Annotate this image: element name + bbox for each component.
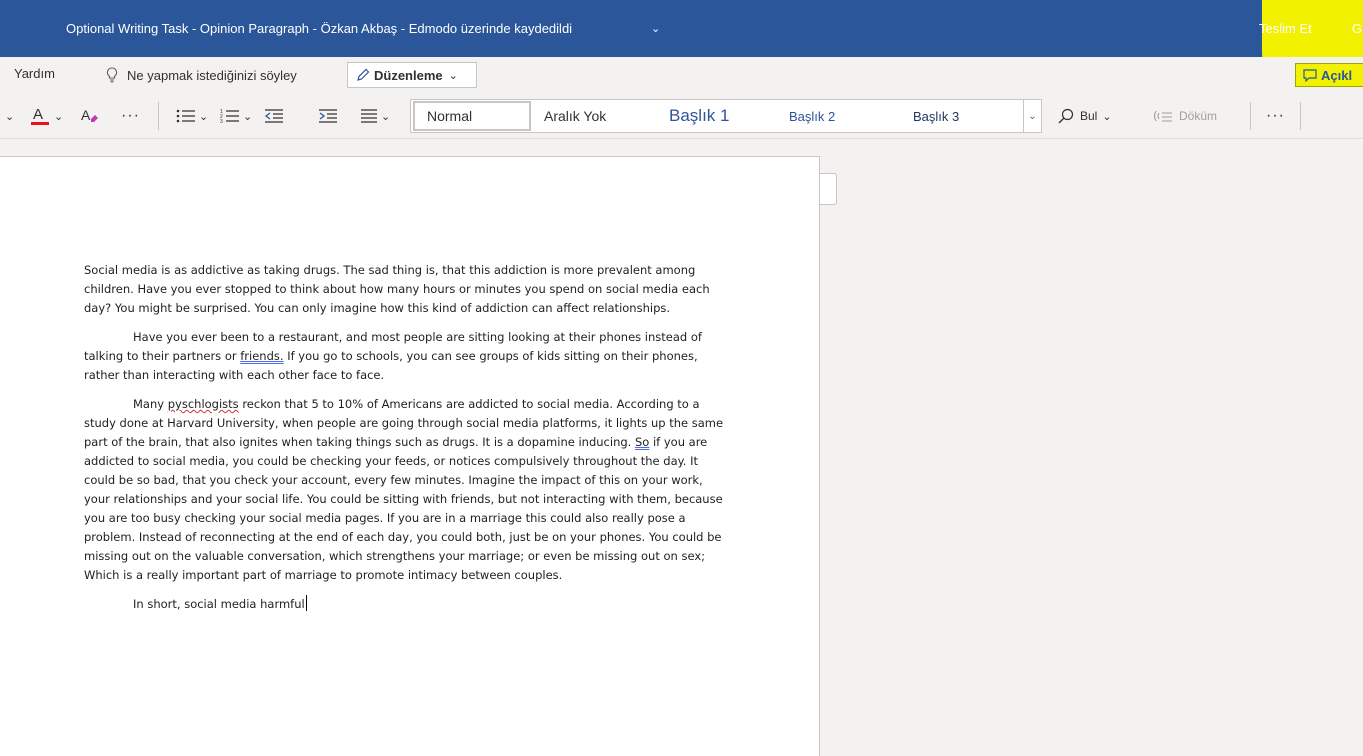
style-heading-3[interactable]: Başlık 3 bbox=[913, 100, 959, 132]
paragraph-4-text: In short, social media harmful bbox=[133, 597, 305, 611]
clear-formatting-icon[interactable]: A bbox=[80, 93, 100, 139]
tell-me-search[interactable]: Ne yapmak istediğinizi söyley bbox=[106, 65, 297, 85]
document-canvas: Social media is as addictive as taking d… bbox=[0, 140, 1363, 756]
bullet-list-icon bbox=[176, 109, 195, 123]
bullets-button[interactable]: ⌄ bbox=[176, 93, 208, 139]
chevron-down-icon[interactable]: ⌄ bbox=[5, 93, 14, 139]
grammar-flagged-word[interactable]: So bbox=[635, 435, 649, 449]
styles-gallery: Normal Aralık Yok Başlık 1 Başlık 2 Başl… bbox=[410, 99, 1042, 133]
paragraph-3[interactable]: Many pyschlogists reckon that 5 to 10% o… bbox=[84, 395, 724, 585]
svg-text:A: A bbox=[33, 106, 43, 123]
grammar-flagged-word[interactable]: friends. bbox=[240, 349, 283, 363]
style-normal[interactable]: Normal bbox=[413, 101, 531, 131]
alignment-button[interactable]: ⌄ bbox=[360, 93, 390, 139]
lightbulb-icon bbox=[106, 67, 118, 83]
chevron-down-icon[interactable]: ⌄ bbox=[651, 22, 660, 35]
comments-button[interactable]: Açıkl bbox=[1295, 63, 1363, 87]
chevron-down-icon: ⌄ bbox=[243, 110, 253, 123]
find-label: Bul bbox=[1080, 109, 1098, 123]
dictate-icon bbox=[1153, 110, 1172, 122]
style-heading-2[interactable]: Başlık 2 bbox=[789, 100, 835, 132]
chevron-down-icon: ⌄ bbox=[381, 110, 391, 123]
align-icon bbox=[361, 109, 377, 123]
more-options-icon[interactable]: ··· bbox=[1266, 93, 1285, 139]
svg-text:A: A bbox=[81, 107, 91, 123]
comment-icon bbox=[1303, 68, 1317, 82]
dictate-label: Döküm bbox=[1179, 109, 1218, 123]
chevron-down-icon: ⌄ bbox=[1102, 110, 1112, 123]
comments-label: Açıkl bbox=[1321, 67, 1353, 83]
tab-help[interactable]: Yardım bbox=[14, 66, 55, 81]
comment-margin-tab[interactable] bbox=[820, 173, 837, 205]
more-font-options-icon[interactable]: ··· bbox=[121, 93, 140, 139]
font-color-button[interactable]: A ⌄ bbox=[30, 93, 63, 139]
editing-mode-button[interactable]: Düzenleme ⌄ bbox=[347, 62, 477, 88]
chevron-down-icon: ⌄ bbox=[54, 110, 64, 123]
paragraph-4[interactable]: In short, social media harmful bbox=[84, 595, 724, 614]
divider bbox=[158, 102, 159, 130]
pencil-icon bbox=[357, 68, 370, 81]
document-body[interactable]: Social media is as addictive as taking d… bbox=[84, 261, 724, 624]
chevron-down-icon: ⌄ bbox=[448, 69, 458, 82]
paragraph-1[interactable]: Social media is as addictive as taking d… bbox=[84, 261, 724, 318]
menu-bar: Yardım Ne yapmak istediğinizi söyley Düz… bbox=[0, 57, 1363, 93]
editing-mode-label: Düzenleme bbox=[374, 67, 443, 83]
find-button[interactable]: Bul ⌄ bbox=[1058, 93, 1112, 139]
paragraph-3-text: if you are addicted to social media, you… bbox=[84, 435, 723, 582]
numbered-list-icon: 123 bbox=[220, 109, 239, 124]
svg-text:3: 3 bbox=[220, 119, 223, 124]
increase-indent-icon[interactable] bbox=[318, 93, 338, 139]
document-page[interactable]: Social media is as addictive as taking d… bbox=[0, 156, 820, 756]
style-no-spacing[interactable]: Aralık Yok bbox=[544, 100, 606, 132]
divider bbox=[1300, 102, 1301, 130]
paragraph-3-text: Many bbox=[133, 397, 168, 411]
divider bbox=[1250, 102, 1251, 130]
chevron-down-icon: ⌄ bbox=[199, 110, 209, 123]
style-heading-1[interactable]: Başlık 1 bbox=[669, 100, 729, 132]
tell-me-placeholder: Ne yapmak istediğinizi söyley bbox=[127, 67, 297, 83]
ribbon-toolbar: ⌄ A ⌄ A ··· ⌄ 123 ⌄ ⌄ Normal Aralık Yok … bbox=[0, 93, 1363, 139]
dictate-button[interactable]: Döküm bbox=[1153, 93, 1217, 139]
search-icon bbox=[1058, 108, 1074, 124]
decrease-indent-icon[interactable] bbox=[264, 93, 284, 139]
document-title[interactable]: Optional Writing Task - Opinion Paragrap… bbox=[66, 21, 572, 36]
title-bar: Optional Writing Task - Opinion Paragrap… bbox=[0, 0, 1363, 90]
chevron-down-icon[interactable]: ⌄ bbox=[1023, 100, 1041, 132]
submit-button[interactable]: Teslim Et bbox=[1259, 21, 1312, 36]
misspelled-word[interactable]: pyschlogists bbox=[168, 397, 239, 411]
paragraph-2[interactable]: Have you ever been to a restaurant, and … bbox=[84, 328, 724, 385]
numbering-button[interactable]: 123 ⌄ bbox=[220, 93, 252, 139]
titlebar-overflow-label[interactable]: G bbox=[1352, 21, 1362, 36]
text-cursor bbox=[305, 595, 307, 611]
font-color-icon: A bbox=[31, 106, 49, 125]
